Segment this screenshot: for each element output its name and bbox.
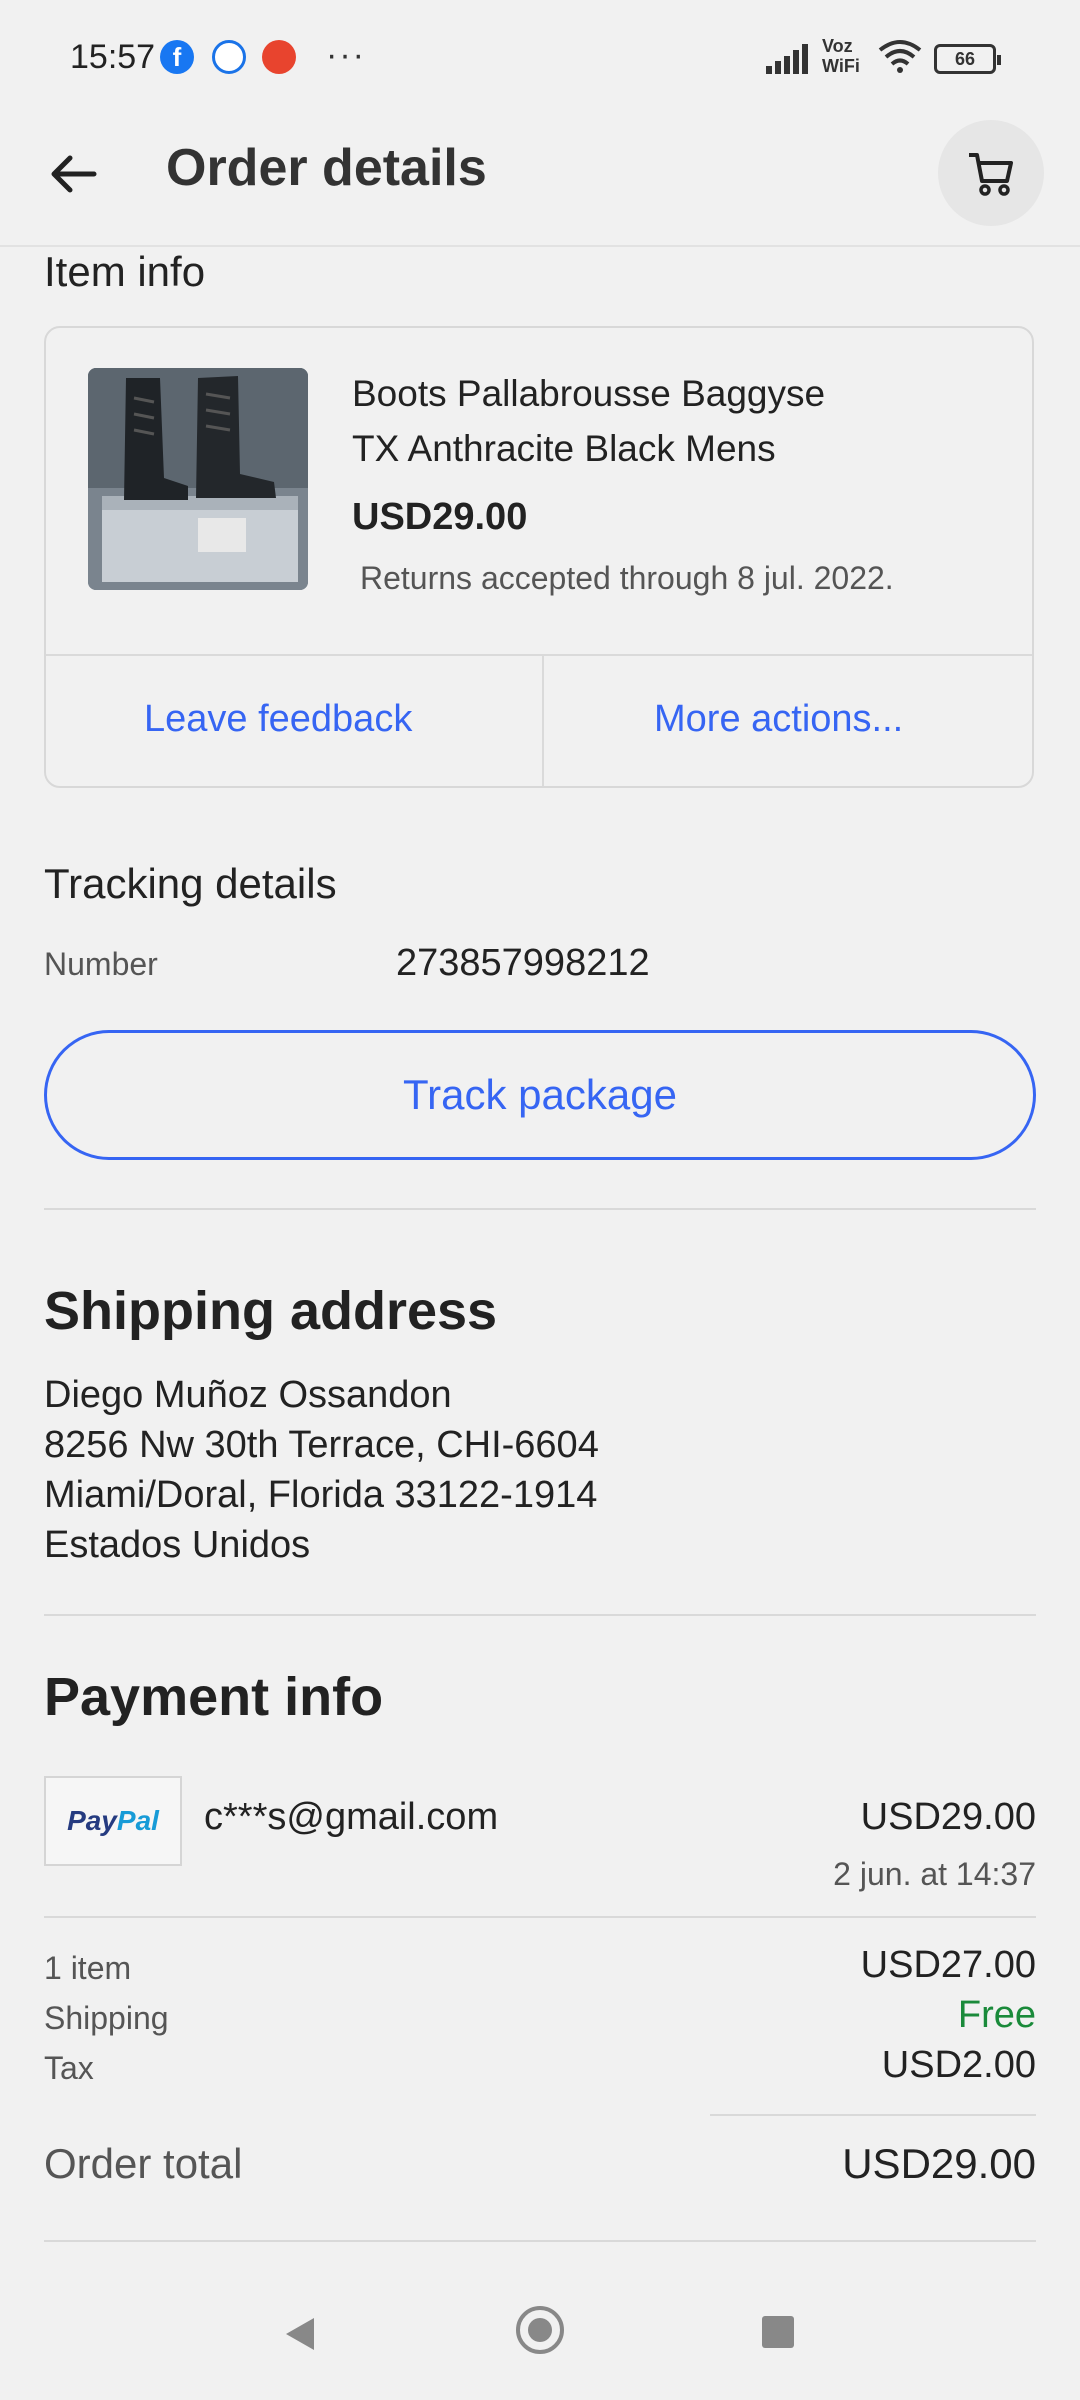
page-title: Order details bbox=[166, 139, 487, 197]
divider bbox=[44, 1916, 1036, 1918]
nav-home-icon[interactable] bbox=[516, 2306, 564, 2354]
leave-feedback-link[interactable]: Leave feedback bbox=[144, 698, 412, 741]
address-country: Estados Unidos bbox=[44, 1524, 311, 1566]
track-package-button[interactable]: Track package bbox=[44, 1030, 1036, 1160]
back-arrow-icon[interactable] bbox=[44, 144, 104, 204]
divider bbox=[710, 2114, 1036, 2116]
divider bbox=[44, 1208, 1036, 1210]
paypal-logo: PayPal bbox=[44, 1776, 182, 1866]
address-street: 8256 Nw 30th Terrace, CHI-6604 bbox=[44, 1424, 599, 1466]
address-city: Miami/Doral, Florida 33122-1914 bbox=[44, 1474, 598, 1516]
facebook-icon: f bbox=[160, 40, 194, 74]
status-time: 15:57 bbox=[70, 38, 156, 76]
items-value: USD27.00 bbox=[860, 1944, 1036, 1986]
returns-policy: Returns accepted through 8 jul. 2022. bbox=[360, 560, 894, 596]
nav-recents-icon[interactable] bbox=[762, 2316, 794, 2348]
divider bbox=[44, 1614, 1036, 1616]
shipping-heading: Shipping address bbox=[44, 1281, 498, 1341]
signal-icon bbox=[766, 44, 808, 74]
tracking-number-value: 273857998212 bbox=[396, 942, 650, 984]
more-actions-link[interactable]: More actions... bbox=[654, 698, 903, 741]
payment-heading: Payment info bbox=[44, 1667, 384, 1727]
item-card: Boots Pallabrousse Baggyse TX Anthracite… bbox=[44, 326, 1034, 788]
item-info-heading: Item info bbox=[44, 248, 206, 295]
battery-icon: 66 bbox=[934, 44, 1001, 74]
cart-icon bbox=[969, 153, 1013, 196]
payment-amount: USD29.00 bbox=[860, 1796, 1036, 1838]
app-header: Order details bbox=[0, 110, 1080, 247]
tracking-number-label: Number bbox=[44, 946, 158, 982]
divider bbox=[44, 2240, 1036, 2242]
voz-wifi-label: Voz WiFi bbox=[822, 36, 860, 76]
shipping-cost-value: Free bbox=[957, 1994, 1036, 2036]
divider bbox=[46, 654, 1032, 656]
nav-back-icon[interactable] bbox=[282, 2316, 318, 2352]
order-total-value: USD29.00 bbox=[842, 2140, 1036, 2187]
messenger-icon bbox=[212, 40, 246, 74]
item-price: USD29.00 bbox=[352, 496, 528, 538]
order-total-label: Order total bbox=[44, 2140, 243, 2187]
payment-email: c***s@gmail.com bbox=[204, 1796, 499, 1838]
address-name: Diego Muñoz Ossandon bbox=[44, 1374, 452, 1416]
item-thumbnail[interactable] bbox=[88, 368, 308, 590]
boots-image bbox=[88, 368, 308, 590]
divider bbox=[542, 656, 544, 786]
tax-label: Tax bbox=[44, 2050, 94, 2086]
cart-button[interactable] bbox=[938, 120, 1044, 226]
more-notifications-icon: ··· bbox=[326, 36, 366, 74]
tax-value: USD2.00 bbox=[881, 2044, 1036, 2086]
items-label: 1 item bbox=[44, 1950, 132, 1986]
shipping-cost-label: Shipping bbox=[44, 2000, 169, 2036]
tracking-heading: Tracking details bbox=[44, 860, 337, 907]
item-title[interactable]: Boots Pallabrousse Baggyse TX Anthracite… bbox=[352, 366, 992, 476]
wifi-icon bbox=[878, 40, 922, 73]
payment-date: 2 jun. at 14:37 bbox=[833, 1856, 1036, 1892]
aliexpress-icon bbox=[262, 40, 296, 74]
